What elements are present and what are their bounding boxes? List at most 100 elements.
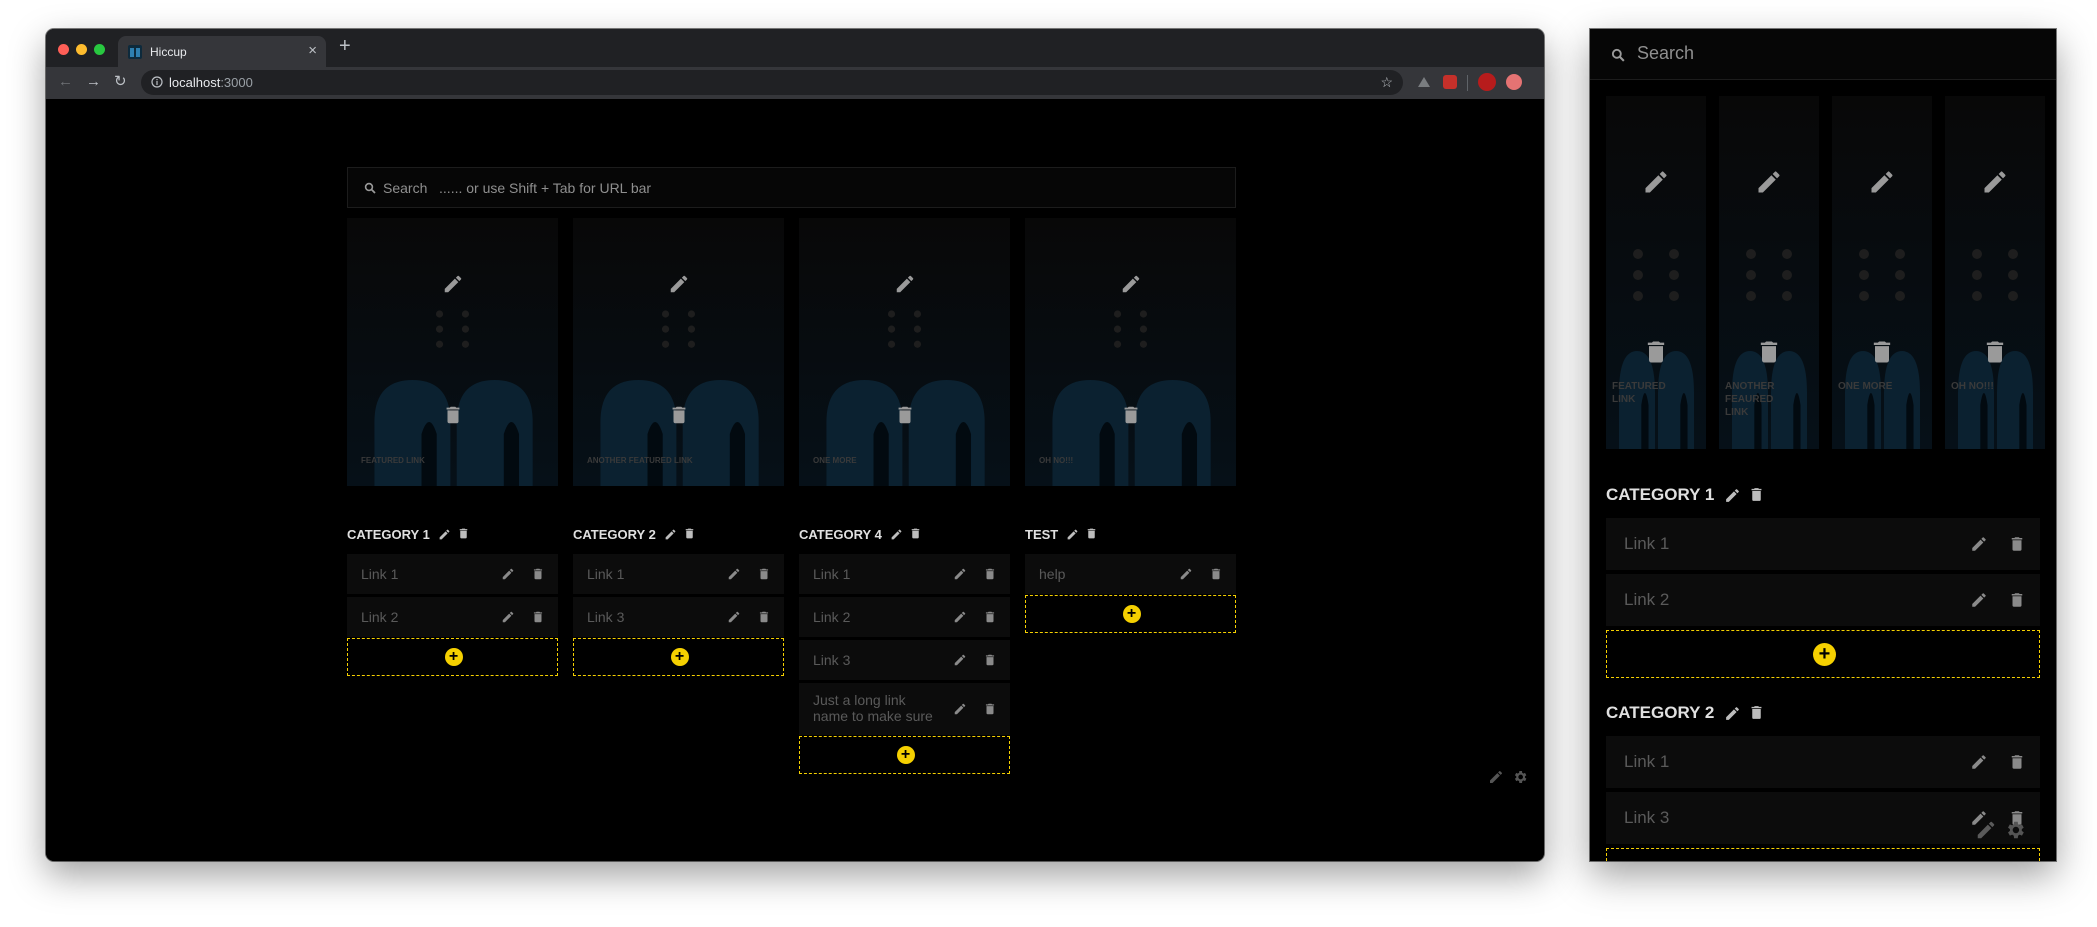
trash-icon[interactable] — [1120, 404, 1142, 426]
link-item[interactable]: Link 1 — [1606, 518, 2040, 570]
pencil-icon[interactable] — [953, 702, 967, 716]
pencil-icon[interactable] — [1868, 168, 1896, 196]
pencil-icon[interactable] — [727, 567, 741, 581]
link-item[interactable]: Link 1 — [1606, 736, 2040, 788]
trash-icon[interactable] — [983, 567, 997, 581]
pencil-icon[interactable] — [1724, 705, 1741, 722]
pencil-icon[interactable] — [1981, 168, 2009, 196]
add-link-button[interactable]: + — [1606, 848, 2040, 861]
pencil-icon[interactable] — [1970, 591, 1988, 609]
trash-icon[interactable] — [1868, 338, 1896, 366]
trash-icon[interactable] — [2008, 753, 2026, 771]
pencil-icon[interactable] — [1179, 567, 1193, 581]
trash-icon[interactable] — [457, 527, 470, 540]
featured-tile[interactable]: FEATURED LINK — [1606, 96, 1706, 449]
pencil-icon[interactable] — [668, 273, 690, 295]
link-item[interactable]: Just a long link name to make sure we ar… — [799, 683, 1010, 735]
new-tab-icon[interactable]: + — [339, 35, 351, 58]
featured-tile[interactable]: FEATURED LINK — [347, 218, 558, 486]
trash-icon[interactable] — [2008, 535, 2026, 553]
bookmark-star-icon[interactable]: ☆ — [1380, 74, 1393, 91]
featured-tile[interactable]: ONE MORE — [799, 218, 1010, 486]
link-item[interactable]: help — [1025, 554, 1236, 594]
link-item[interactable]: Link 2 — [1606, 574, 2040, 626]
trash-icon[interactable] — [1981, 338, 2009, 366]
featured-tile[interactable]: ONE MORE — [1832, 96, 1932, 449]
trash-icon[interactable] — [757, 567, 771, 581]
window-maximize-button[interactable] — [94, 44, 105, 55]
tab-strip: Hiccup × + — [46, 29, 1544, 67]
edit-mode-pencil-icon[interactable] — [1488, 769, 1504, 785]
pencil-icon[interactable] — [953, 567, 967, 581]
trash-icon[interactable] — [983, 610, 997, 624]
add-link-button[interactable]: + — [573, 638, 784, 676]
trash-icon[interactable] — [683, 527, 696, 540]
trash-icon[interactable] — [1748, 486, 1765, 503]
pencil-icon[interactable] — [1970, 535, 1988, 553]
pencil-icon[interactable] — [1755, 168, 1783, 196]
link-item[interactable]: Link 3 — [799, 640, 1010, 680]
browser-tab[interactable]: Hiccup × — [118, 36, 326, 67]
address-bar[interactable]: localhost:3000 ☆ — [141, 70, 1403, 95]
pencil-icon[interactable] — [501, 567, 515, 581]
trash-icon[interactable] — [983, 653, 997, 667]
gear-icon[interactable] — [2004, 819, 2026, 841]
trash-icon[interactable] — [983, 702, 997, 716]
featured-tile[interactable]: OH NO!!! — [1025, 218, 1236, 486]
forward-arrow-icon[interactable]: → — [86, 74, 101, 90]
window-minimize-button[interactable] — [76, 44, 87, 55]
pencil-icon[interactable] — [894, 273, 916, 295]
add-link-button[interactable]: + — [1606, 630, 2040, 678]
link-item[interactable]: Link 1 — [573, 554, 784, 594]
pencil-icon[interactable] — [727, 610, 741, 624]
extension-red-icon[interactable] — [1443, 75, 1457, 89]
pencil-icon[interactable] — [890, 528, 903, 541]
trash-icon[interactable] — [442, 404, 464, 426]
search-input[interactable]: Search ...... or use Shift + Tab for URL… — [347, 167, 1236, 208]
trash-icon[interactable] — [1085, 527, 1098, 540]
add-link-button[interactable]: + — [799, 736, 1010, 774]
featured-tile[interactable]: OH NO!!! — [1945, 96, 2045, 449]
featured-tile[interactable]: ANOTHER FEATURED LINK — [573, 218, 784, 486]
pencil-icon[interactable] — [664, 528, 677, 541]
window-close-button[interactable] — [58, 44, 69, 55]
extension-triangle-icon[interactable] — [1417, 75, 1431, 89]
reload-icon[interactable]: ↻ — [114, 74, 127, 90]
pencil-icon[interactable] — [438, 528, 451, 541]
trash-icon[interactable] — [1748, 704, 1765, 721]
pencil-icon[interactable] — [442, 273, 464, 295]
link-item[interactable]: Link 2 — [799, 597, 1010, 637]
trash-icon[interactable] — [2008, 591, 2026, 609]
trash-icon[interactable] — [1755, 338, 1783, 366]
close-tab-icon[interactable]: × — [308, 42, 317, 59]
pencil-icon[interactable] — [501, 610, 515, 624]
link-item[interactable]: Link 2 — [347, 597, 558, 637]
pencil-icon[interactable] — [1120, 273, 1142, 295]
trash-icon[interactable] — [1642, 338, 1670, 366]
add-link-button[interactable]: + — [347, 638, 558, 676]
pencil-icon[interactable] — [1066, 528, 1079, 541]
profile-avatar[interactable] — [1478, 73, 1496, 91]
link-item[interactable]: Link 3 — [573, 597, 784, 637]
trash-icon[interactable] — [531, 610, 545, 624]
pencil-icon[interactable] — [1970, 753, 1988, 771]
pencil-icon[interactable] — [953, 653, 967, 667]
link-item[interactable]: Link 1 — [799, 554, 1010, 594]
back-arrow-icon[interactable]: ← — [58, 74, 73, 90]
featured-tile[interactable]: ANOTHER FEAURED LINK — [1719, 96, 1819, 449]
extension-circle-icon[interactable] — [1506, 74, 1522, 90]
link-item[interactable]: Link 1 — [347, 554, 558, 594]
trash-icon[interactable] — [531, 567, 545, 581]
add-link-button[interactable]: + — [1025, 595, 1236, 633]
trash-icon[interactable] — [668, 404, 690, 426]
trash-icon[interactable] — [1209, 567, 1223, 581]
mobile-search-input[interactable]: Search — [1590, 29, 2056, 80]
trash-icon[interactable] — [894, 404, 916, 426]
edit-mode-pencil-icon[interactable] — [1975, 819, 1997, 841]
gear-icon[interactable] — [1512, 769, 1528, 785]
trash-icon[interactable] — [909, 527, 922, 540]
pencil-icon[interactable] — [1642, 168, 1670, 196]
pencil-icon[interactable] — [953, 610, 967, 624]
trash-icon[interactable] — [757, 610, 771, 624]
pencil-icon[interactable] — [1724, 487, 1741, 504]
